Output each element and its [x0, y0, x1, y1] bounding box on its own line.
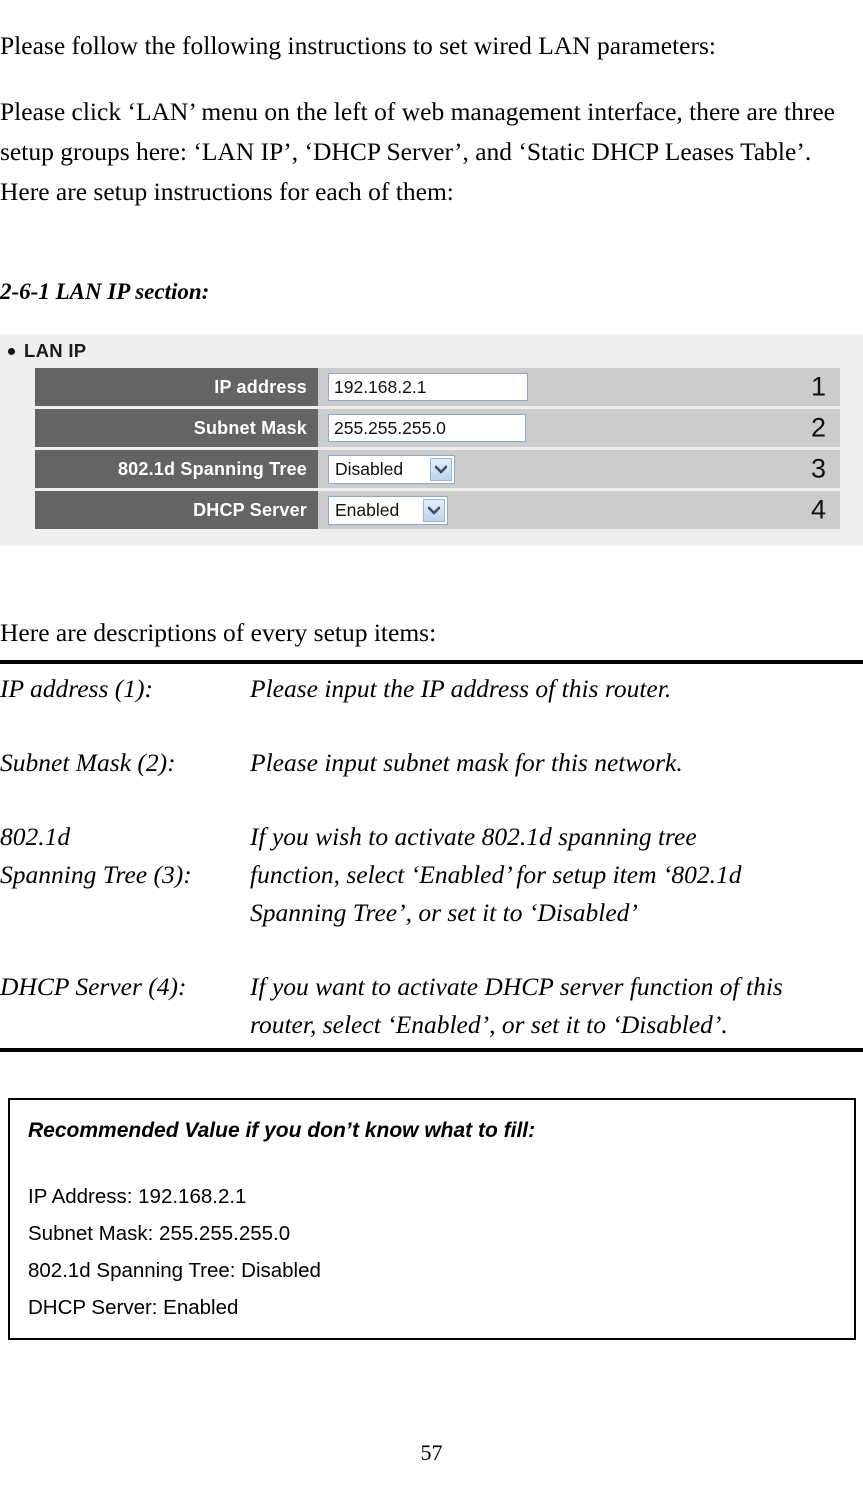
lan-ip-group-header: LAN IP [8, 340, 86, 362]
row-value-ip-address: 192.168.2.1 1 [318, 368, 840, 406]
descriptions-lead-text: Here are descriptions of every setup ite… [0, 617, 437, 647]
recommended-value-line: 802.1d Spanning Tree: Disabled [28, 1259, 321, 1282]
lan-ip-group-label: LAN IP [24, 340, 87, 361]
description-term: IP address (1): [0, 674, 153, 703]
table-row: 802.1d Spanning Tree Disabled 3 [35, 450, 840, 488]
dhcp-server-select[interactable]: Enabled [328, 495, 448, 525]
callout-marker-1: 1 [810, 371, 826, 402]
description-list: IP address (1): Please input the IP addr… [0, 664, 863, 1044]
callout-marker-2: 2 [810, 412, 826, 443]
description-definition: If you want to activate DHCP server func… [250, 972, 783, 1039]
dhcp-server-select-value: Enabled [335, 499, 400, 520]
row-label-dhcp-server: DHCP Server [35, 491, 318, 529]
callout-marker-3: 3 [810, 453, 826, 484]
description-row: DHCP Server (4): If you want to activate… [0, 968, 863, 1044]
document-page: Please follow the following instructions… [0, 0, 863, 1487]
table-row: Subnet Mask 255.255.255.0 2 [35, 409, 840, 447]
description-definition: Please input the IP address of this rout… [250, 674, 672, 703]
row-value-spanning-tree: Disabled 3 [318, 450, 840, 488]
divider-bottom [0, 1048, 863, 1052]
row-label-spanning-tree: 802.1d Spanning Tree [35, 450, 318, 488]
spanning-tree-select-value: Disabled [335, 458, 404, 479]
ip-address-input[interactable]: 192.168.2.1 [328, 373, 528, 401]
lan-ip-settings-panel: LAN IP IP address 192.168.2.1 1 Subnet M… [0, 334, 863, 546]
table-row: IP address 192.168.2.1 1 [35, 368, 840, 406]
page-number: 57 [420, 1440, 443, 1465]
callout-marker-4: 4 [810, 494, 826, 525]
chevron-down-icon[interactable] [430, 457, 452, 481]
row-value-subnet-mask: 255.255.255.0 2 [318, 409, 840, 447]
recommended-value-line: Subnet Mask: 255.255.255.0 [28, 1222, 291, 1245]
recommended-value-box: Recommended Value if you don’t know what… [8, 1098, 856, 1340]
spanning-tree-select[interactable]: Disabled [328, 454, 455, 484]
recommended-value-heading: Recommended Value if you don’t know what… [28, 1119, 536, 1142]
intro-paragraph-2: Please click ‘LAN’ menu on the left of w… [0, 96, 835, 206]
subnet-mask-input[interactable]: 255.255.255.0 [328, 414, 526, 442]
recommended-value-line: DHCP Server: Enabled [28, 1296, 239, 1319]
row-label-ip-address: IP address [35, 368, 318, 406]
row-label-subnet-mask: Subnet Mask [35, 409, 318, 447]
recommended-value-line: IP Address: 192.168.2.1 [28, 1185, 247, 1208]
description-term: 802.1d Spanning Tree (3): [0, 822, 192, 889]
section-heading: 2-6-1 LAN IP section: [0, 279, 210, 305]
description-term: Subnet Mask (2): [0, 748, 176, 777]
bullet-dot-icon [8, 347, 15, 355]
setup-item-descriptions: IP address (1): Please input the IP addr… [0, 660, 863, 1052]
table-row: DHCP Server Enabled 4 [35, 491, 840, 529]
chevron-down-icon[interactable] [423, 498, 445, 522]
description-row: Subnet Mask (2): Please input subnet mas… [0, 744, 863, 782]
description-row: IP address (1): Please input the IP addr… [0, 670, 863, 708]
lan-ip-settings-table: IP address 192.168.2.1 1 Subnet Mask 255… [35, 368, 840, 529]
description-definition: Please input subnet mask for this networ… [250, 748, 683, 777]
description-row: 802.1d Spanning Tree (3): If you wish to… [0, 818, 863, 932]
description-definition: If you wish to activate 802.1d spanning … [250, 822, 742, 927]
row-value-dhcp-server: Enabled 4 [318, 491, 840, 529]
description-term: DHCP Server (4): [0, 972, 187, 1001]
intro-paragraph-1: Please follow the following instructions… [0, 30, 716, 60]
